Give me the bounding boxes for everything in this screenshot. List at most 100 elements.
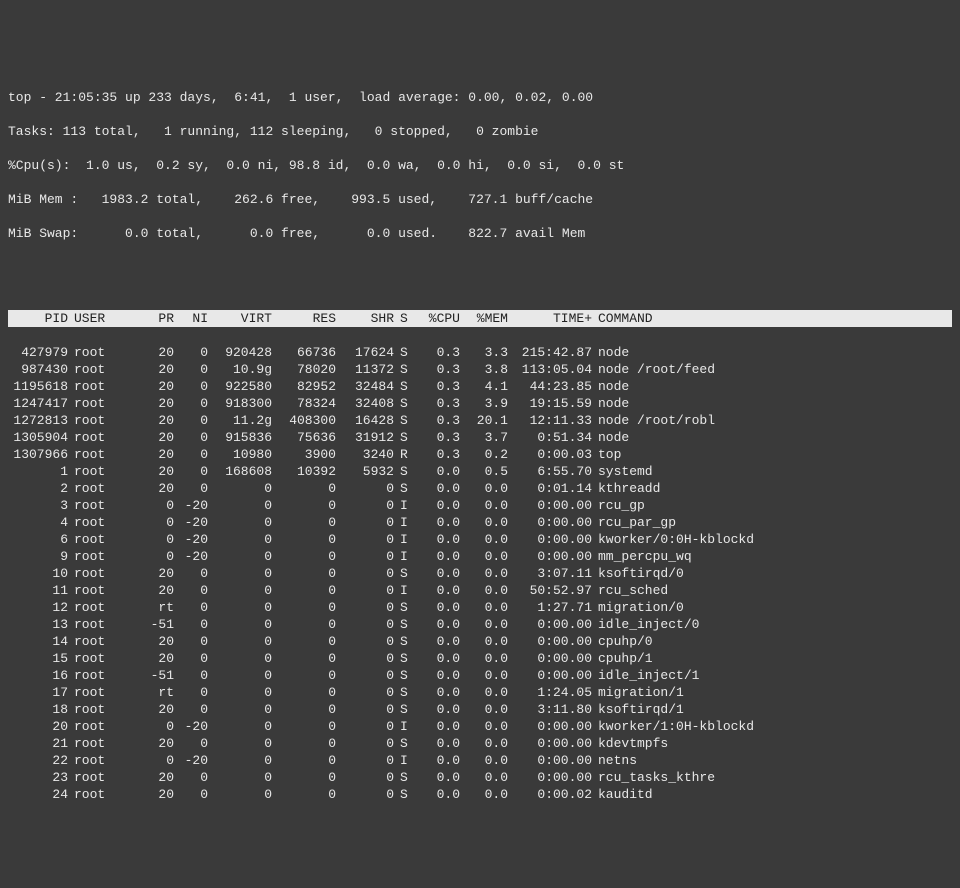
cell-cmd: top bbox=[592, 446, 621, 463]
cell-user: root bbox=[68, 378, 140, 395]
cell-ni: 0 bbox=[174, 616, 208, 633]
cell-mem: 0.0 bbox=[460, 616, 508, 633]
cell-shr: 31912 bbox=[336, 429, 394, 446]
col-header-cpu[interactable]: %CPU bbox=[412, 310, 460, 327]
cell-res: 75636 bbox=[272, 429, 336, 446]
cell-time: 113:05.04 bbox=[508, 361, 592, 378]
cell-mem: 0.0 bbox=[460, 582, 508, 599]
cell-s: I bbox=[394, 752, 412, 769]
cell-pr: 20 bbox=[140, 378, 174, 395]
cell-mem: 20.1 bbox=[460, 412, 508, 429]
cell-s: I bbox=[394, 531, 412, 548]
cell-cpu: 0.0 bbox=[412, 514, 460, 531]
cell-pid: 1272813 bbox=[8, 412, 68, 429]
process-row: 1307966root2001098039003240R0.30.20:00.0… bbox=[8, 446, 952, 463]
cell-res: 66736 bbox=[272, 344, 336, 361]
cell-time: 0:00.00 bbox=[508, 650, 592, 667]
cell-s: I bbox=[394, 548, 412, 565]
col-header-shr[interactable]: SHR bbox=[336, 310, 394, 327]
cell-res: 0 bbox=[272, 565, 336, 582]
cell-virt: 920428 bbox=[208, 344, 272, 361]
cell-pr: 20 bbox=[140, 463, 174, 480]
cell-mem: 0.0 bbox=[460, 548, 508, 565]
cell-user: root bbox=[68, 752, 140, 769]
cell-user: root bbox=[68, 718, 140, 735]
cell-ni: 0 bbox=[174, 446, 208, 463]
summary-line-swap: MiB Swap: 0.0 total, 0.0 free, 0.0 used.… bbox=[8, 225, 952, 242]
cell-cpu: 0.0 bbox=[412, 650, 460, 667]
cell-shr: 0 bbox=[336, 786, 394, 803]
cell-cpu: 0.0 bbox=[412, 786, 460, 803]
summary-line-cpu: %Cpu(s): 1.0 us, 0.2 sy, 0.0 ni, 98.8 id… bbox=[8, 157, 952, 174]
cell-cpu: 0.3 bbox=[412, 378, 460, 395]
cell-ni: 0 bbox=[174, 565, 208, 582]
process-row: 1272813root20011.2g40830016428S0.320.112… bbox=[8, 412, 952, 429]
cell-virt: 0 bbox=[208, 531, 272, 548]
cell-mem: 4.1 bbox=[460, 378, 508, 395]
cell-mem: 0.0 bbox=[460, 718, 508, 735]
cell-mem: 0.0 bbox=[460, 684, 508, 701]
cell-mem: 0.2 bbox=[460, 446, 508, 463]
cell-user: root bbox=[68, 633, 140, 650]
col-header-res[interactable]: RES bbox=[272, 310, 336, 327]
cell-virt: 0 bbox=[208, 599, 272, 616]
cell-ni: -20 bbox=[174, 548, 208, 565]
cell-cpu: 0.0 bbox=[412, 497, 460, 514]
cell-pid: 6 bbox=[8, 531, 68, 548]
cell-virt: 0 bbox=[208, 514, 272, 531]
col-header-time[interactable]: TIME+ bbox=[508, 310, 592, 327]
cell-cmd: mm_percpu_wq bbox=[592, 548, 692, 565]
cell-pr: 20 bbox=[140, 786, 174, 803]
cell-cmd: kworker/0:0H-kblockd bbox=[592, 531, 754, 548]
cell-ni: 0 bbox=[174, 667, 208, 684]
col-header-pr[interactable]: PR bbox=[140, 310, 174, 327]
cell-res: 0 bbox=[272, 667, 336, 684]
col-header-s[interactable]: S bbox=[394, 310, 412, 327]
cell-shr: 16428 bbox=[336, 412, 394, 429]
cell-res: 0 bbox=[272, 582, 336, 599]
cell-s: S bbox=[394, 565, 412, 582]
col-header-cmd[interactable]: COMMAND bbox=[592, 310, 653, 327]
cell-virt: 168608 bbox=[208, 463, 272, 480]
cell-pid: 2 bbox=[8, 480, 68, 497]
cell-cmd: systemd bbox=[592, 463, 653, 480]
cell-time: 0:51.34 bbox=[508, 429, 592, 446]
cell-pid: 9 bbox=[8, 548, 68, 565]
process-table-header[interactable]: PIDUSERPRNIVIRTRESSHRS%CPU%MEMTIME+COMMA… bbox=[8, 310, 952, 327]
cell-ni: 0 bbox=[174, 735, 208, 752]
process-row: 2root200000S0.00.00:01.14kthreadd bbox=[8, 480, 952, 497]
process-row: 17rootrt0000S0.00.01:24.05migration/1 bbox=[8, 684, 952, 701]
process-row: 1root200168608103925932S0.00.56:55.70sys… bbox=[8, 463, 952, 480]
cell-mem: 0.0 bbox=[460, 650, 508, 667]
process-row: 6root0-20000I0.00.00:00.00kworker/0:0H-k… bbox=[8, 531, 952, 548]
cell-cmd: cpuhp/1 bbox=[592, 650, 653, 667]
cell-pid: 4 bbox=[8, 514, 68, 531]
process-row: 1247417root2009183007832432408S0.33.919:… bbox=[8, 395, 952, 412]
cell-s: S bbox=[394, 786, 412, 803]
cell-ni: -20 bbox=[174, 752, 208, 769]
col-header-virt[interactable]: VIRT bbox=[208, 310, 272, 327]
col-header-pid[interactable]: PID bbox=[8, 310, 68, 327]
cell-pr: rt bbox=[140, 684, 174, 701]
process-row: 14root200000S0.00.00:00.00cpuhp/0 bbox=[8, 633, 952, 650]
col-header-ni[interactable]: NI bbox=[174, 310, 208, 327]
cell-res: 78324 bbox=[272, 395, 336, 412]
cell-pid: 1305904 bbox=[8, 429, 68, 446]
cell-virt: 0 bbox=[208, 718, 272, 735]
col-header-mem[interactable]: %MEM bbox=[460, 310, 508, 327]
cell-user: root bbox=[68, 463, 140, 480]
process-row: 11root200000I0.00.050:52.97rcu_sched bbox=[8, 582, 952, 599]
cell-shr: 0 bbox=[336, 480, 394, 497]
cell-ni: 0 bbox=[174, 463, 208, 480]
cell-cpu: 0.3 bbox=[412, 344, 460, 361]
cell-cpu: 0.0 bbox=[412, 582, 460, 599]
cell-cmd: rcu_par_gp bbox=[592, 514, 676, 531]
cell-cmd: kthreadd bbox=[592, 480, 660, 497]
cell-time: 3:07.11 bbox=[508, 565, 592, 582]
cell-pid: 16 bbox=[8, 667, 68, 684]
col-header-user[interactable]: USER bbox=[68, 310, 140, 327]
cell-user: root bbox=[68, 480, 140, 497]
cell-time: 6:55.70 bbox=[508, 463, 592, 480]
cell-shr: 0 bbox=[336, 548, 394, 565]
cell-user: root bbox=[68, 548, 140, 565]
